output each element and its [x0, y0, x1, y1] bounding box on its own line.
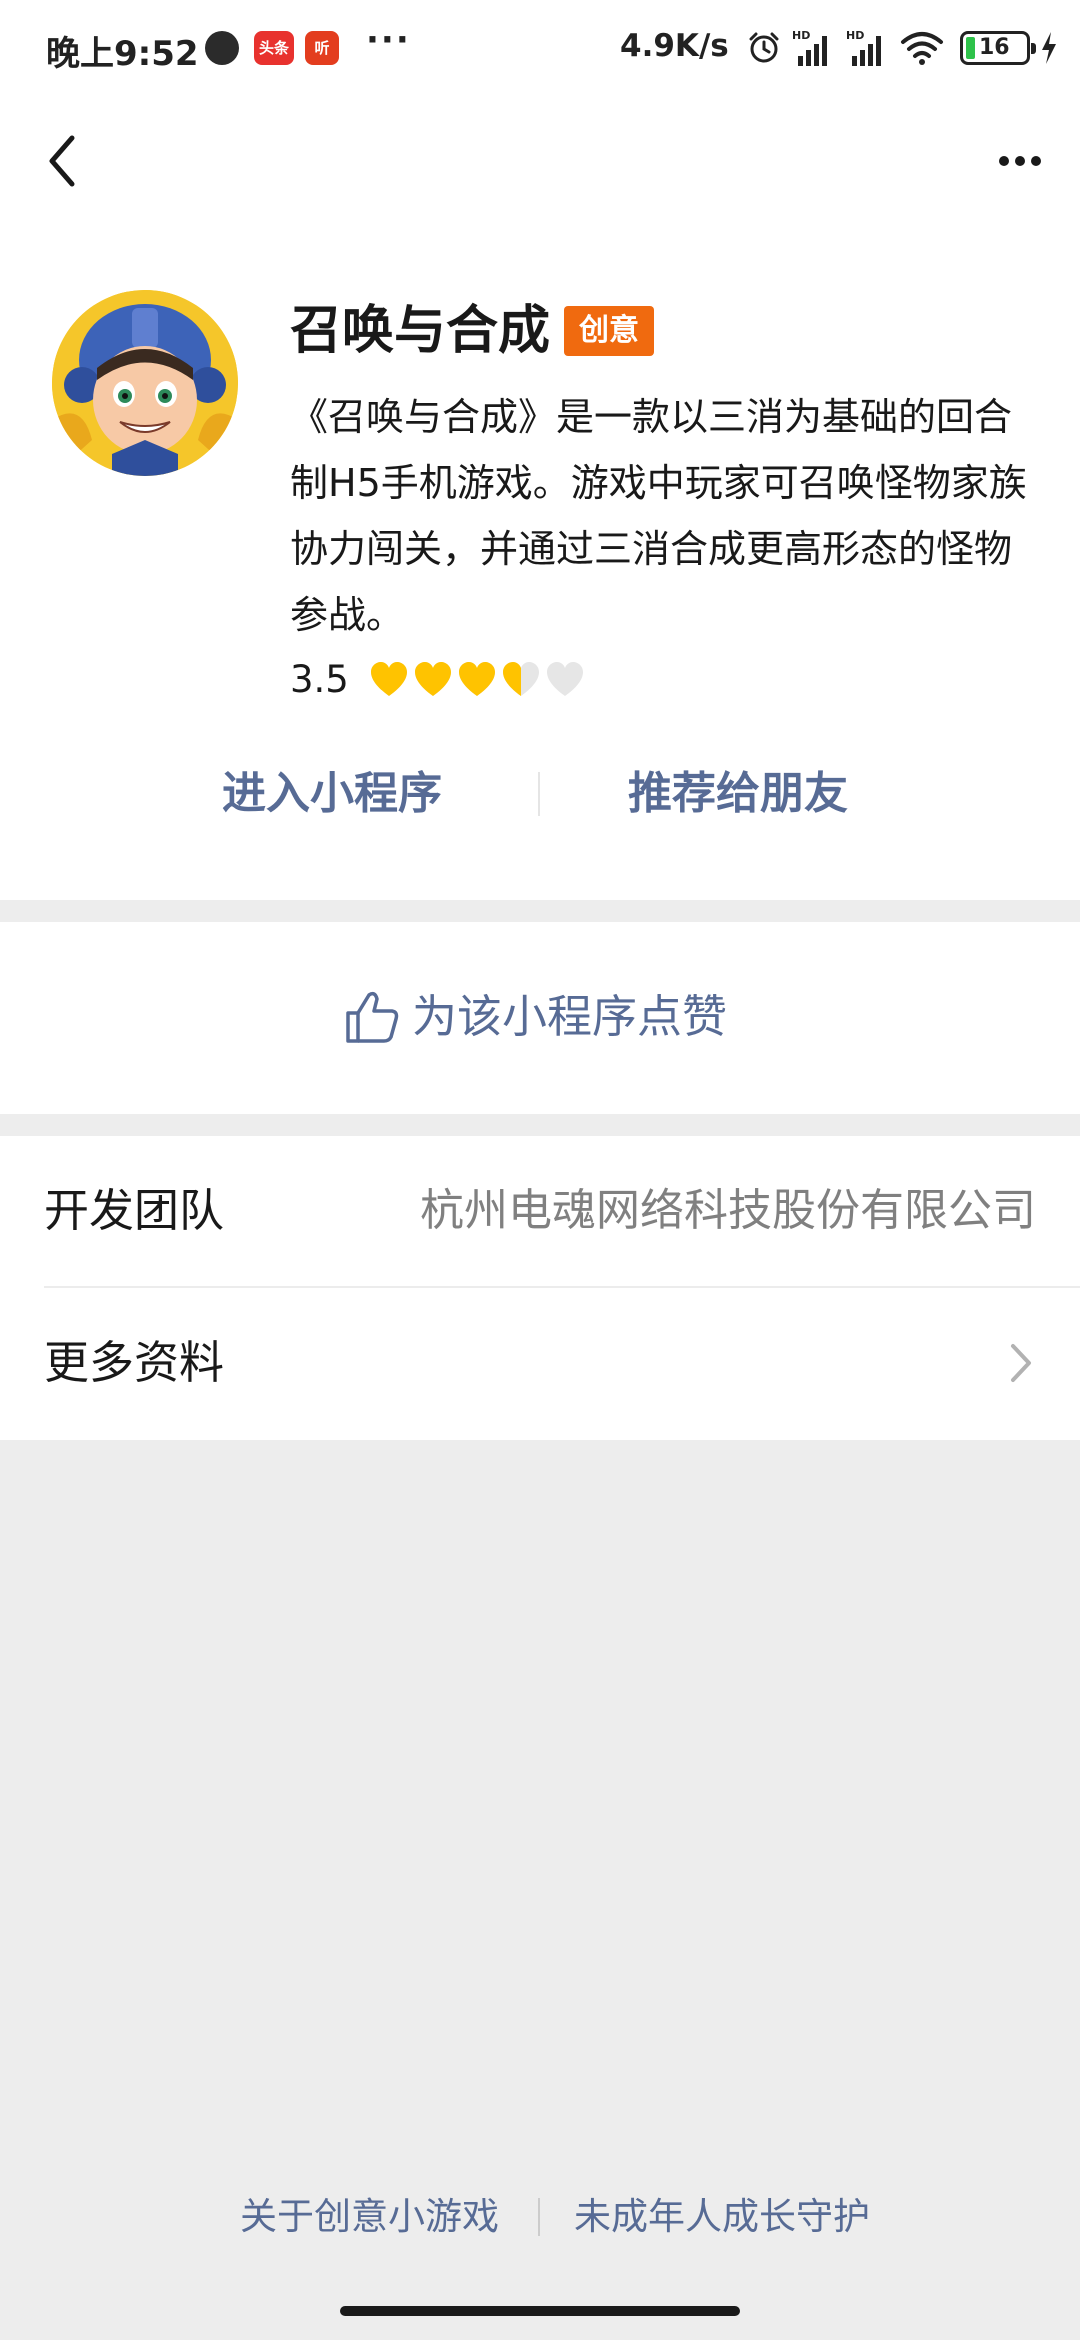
category-tag: 创意 — [564, 306, 655, 356]
rating-heart-icon — [414, 661, 451, 696]
recommend-to-friend-button[interactable]: 推荐给朋友 — [628, 746, 848, 842]
battery-level: 16 — [979, 35, 1010, 60]
status-time: 晚上9:52 — [46, 34, 199, 74]
rating-heart-icon — [546, 661, 583, 696]
alarm-icon — [749, 32, 779, 63]
charging-icon — [1042, 32, 1056, 64]
clock-app-icon — [205, 31, 239, 65]
rating-heart-icon — [458, 661, 495, 696]
like-button[interactable]: 为该小程序点赞 — [342, 986, 727, 1048]
signal-icon-2: HD — [846, 29, 881, 66]
developer-label: 开发团队 — [44, 1184, 225, 1237]
mini-program-description: 《召唤与合成》是一款以三消为基础的回合制H5手机游戏。游戏中玩家可召唤怪物家族协… — [290, 395, 1027, 637]
mini-program-name: 召唤与合成 — [290, 301, 551, 361]
home-indicator[interactable] — [340, 2306, 740, 2316]
mini-program-avatar — [52, 290, 238, 476]
profile-actions: 进入小程序 推荐给朋友 — [0, 746, 1080, 842]
like-label: 为该小程序点赞 — [412, 990, 728, 1043]
network-speed: 4.9K/s — [620, 28, 729, 64]
rating-heart-icon — [502, 661, 539, 696]
more-info-row[interactable]: 更多资料 — [0, 1288, 1080, 1438]
chevron-left-icon — [49, 135, 75, 187]
footer-links: 关于创意小游戏 未成年人成长守护 — [0, 2184, 1080, 2250]
rating-hearts — [369, 660, 585, 700]
minor-protection-link[interactable]: 未成年人成长守护 — [574, 2184, 870, 2250]
action-divider — [538, 772, 540, 816]
thumbs-up-icon — [346, 991, 399, 1043]
toutiao-app-icon: 头条 — [254, 31, 294, 65]
about-creative-games-link[interactable]: 关于创意小游戏 — [240, 2184, 499, 2250]
ting-app-icon: 听 — [305, 31, 339, 65]
battery-indicator: 16 — [960, 31, 1036, 65]
back-button[interactable] — [30, 126, 100, 196]
rating-heart-icon — [370, 661, 407, 696]
signal-icon: HD — [792, 29, 827, 66]
status-bar: 晚上9:52 头条 听 ··· 4.9K/s HD HD 16 — [0, 0, 1080, 96]
more-info-label: 更多资料 — [44, 1336, 225, 1389]
rating: 3.5 — [290, 658, 585, 701]
nav-bar — [0, 96, 1080, 226]
rating-score: 3.5 — [290, 658, 349, 701]
chevron-right-icon — [1011, 1344, 1031, 1382]
info-list: 开发团队 杭州电魂网络科技股份有限公司 更多资料 — [0, 1136, 1080, 1440]
signal-hd-label: HD — [792, 29, 810, 42]
mini-program-profile-card: 召唤与合成 创意 《召唤与合成》是一款以三消为基础的回合制H5手机游戏。游戏中玩… — [0, 226, 1080, 900]
developer-row: 开发团队 杭州电魂网络科技股份有限公司 — [0, 1136, 1080, 1286]
notification-more-icon: ··· — [366, 20, 411, 60]
more-options-button[interactable] — [980, 126, 1060, 196]
wifi-icon — [901, 32, 943, 65]
signal-hd-label-2: HD — [846, 29, 864, 42]
developer-value: 杭州电魂网络科技股份有限公司 — [420, 1185, 1036, 1236]
like-card: 为该小程序点赞 — [0, 922, 1080, 1114]
footer-divider — [538, 2198, 540, 2236]
ellipsis-icon — [999, 156, 1041, 166]
enter-mini-program-button[interactable]: 进入小程序 — [222, 746, 442, 842]
